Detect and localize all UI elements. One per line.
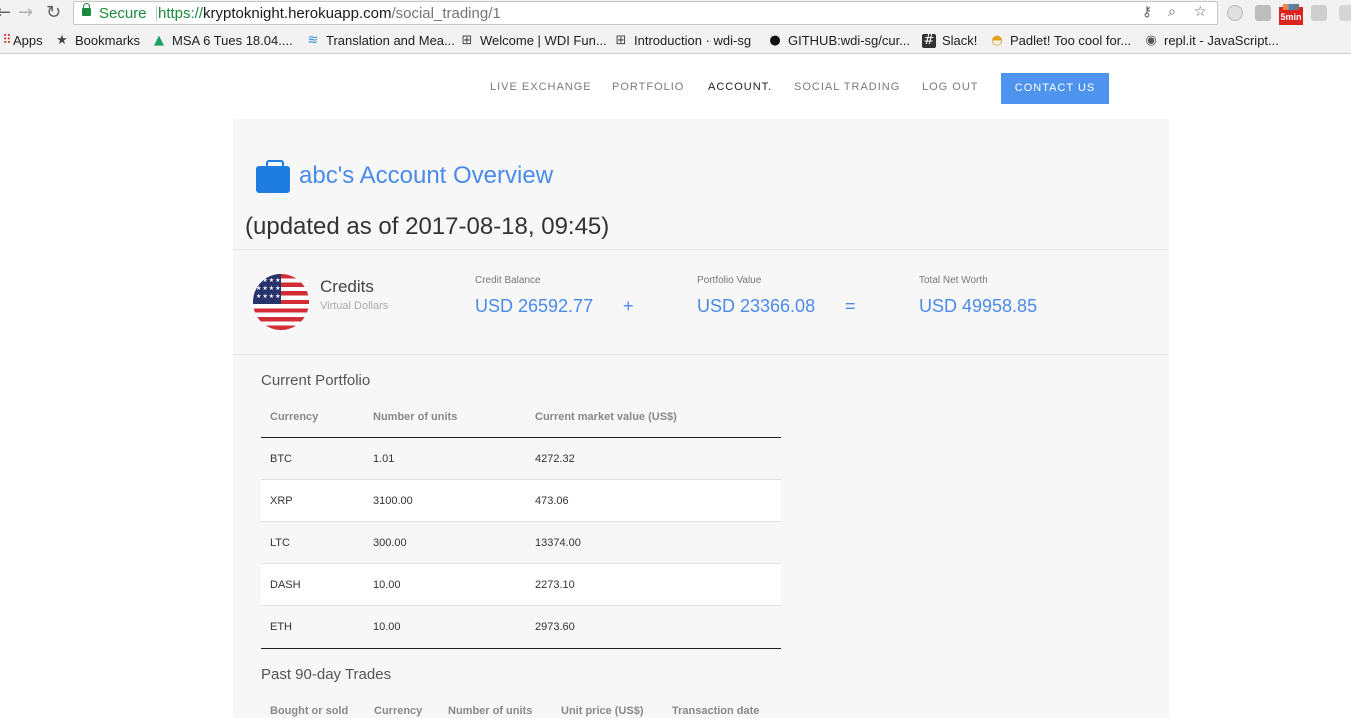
cell-value: 2973.60 bbox=[535, 621, 575, 633]
credits-label: Credits bbox=[320, 277, 374, 296]
cell-currency: BTC bbox=[270, 453, 292, 465]
apps-grid-icon: ⠿ bbox=[2, 33, 12, 48]
equals-sign: = bbox=[845, 296, 856, 316]
cell-currency: LTC bbox=[270, 537, 290, 549]
cell-units: 300.00 bbox=[373, 537, 407, 549]
forward-arrow-icon[interactable]: → bbox=[18, 3, 33, 23]
updated-timestamp: (updated as of 2017-08-18, 09:45) bbox=[245, 213, 610, 240]
bookmark-star-icon[interactable]: ☆ bbox=[1194, 4, 1207, 20]
trades-col-unit-price: Unit price (US$) bbox=[561, 705, 644, 717]
nav-log-out[interactable]: LOG OUT bbox=[922, 81, 979, 93]
bookmark-replit[interactable]: repl.it - JavaScript... bbox=[1164, 33, 1279, 48]
reload-icon[interactable]: ↻ bbox=[46, 3, 61, 23]
bookmark-introduction[interactable]: Introduction · wdi-sg bbox=[634, 33, 751, 48]
table-row: DASH 10.00 2273.10 bbox=[261, 564, 781, 606]
table-footer-rule bbox=[261, 648, 781, 649]
replit-icon: ◉ bbox=[1145, 33, 1157, 48]
bookmark-msa[interactable]: MSA 6 Tues 18.04.... bbox=[172, 33, 293, 48]
portfolio-value: USD 23366.08 bbox=[697, 296, 816, 316]
credit-balance-value: USD 26592.77 bbox=[475, 296, 594, 316]
url-host: kryptoknight.herokuapp.com bbox=[203, 5, 392, 22]
star-icon: ★ bbox=[56, 33, 68, 48]
url-text[interactable]: https://kryptoknight.herokuapp.com/socia… bbox=[158, 5, 501, 22]
url-path: /social_trading/1 bbox=[391, 5, 501, 22]
url-scheme: https:// bbox=[158, 5, 204, 22]
cell-value: 473.06 bbox=[535, 495, 569, 507]
key-icon[interactable]: ⚷ bbox=[1142, 4, 1152, 20]
cell-value: 4272.32 bbox=[535, 453, 575, 465]
nav-portfolio[interactable]: PORTFOLIO bbox=[612, 81, 684, 93]
table-row: BTC 1.01 4272.32 bbox=[261, 438, 781, 480]
book-stack-icon: ≋ bbox=[307, 33, 319, 48]
padlet-icon: ◓ bbox=[991, 33, 1003, 48]
trades-col-date: Transaction date bbox=[672, 705, 760, 717]
trades-col-units: Number of units bbox=[448, 705, 533, 717]
bookmark-translation[interactable]: Translation and Mea... bbox=[326, 33, 455, 48]
extension-circle-icon[interactable] bbox=[1227, 5, 1243, 21]
secure-label: Secure bbox=[99, 5, 147, 22]
portfolio-col-currency: Currency bbox=[270, 411, 319, 423]
cell-currency: DASH bbox=[270, 579, 301, 591]
bookmark-apps[interactable]: Apps bbox=[13, 33, 43, 48]
table-row: ETH 10.00 2973.60 bbox=[261, 606, 781, 648]
lock-icon bbox=[82, 3, 91, 16]
plus-sign: + bbox=[623, 296, 634, 316]
credits-subtitle: Virtual Dollars bbox=[320, 300, 389, 312]
table-row: XRP 3100.00 473.06 bbox=[261, 480, 781, 522]
page-title: abc's Account Overview bbox=[299, 162, 554, 189]
flag-canton bbox=[253, 274, 282, 304]
google-drive-icon: ▲ bbox=[154, 33, 164, 48]
cell-currency: ETH bbox=[270, 621, 292, 633]
bookmark-bookmarks[interactable]: Bookmarks bbox=[75, 33, 140, 48]
extension-bug-icon[interactable] bbox=[1255, 5, 1271, 21]
portfolio-col-value: Current market value (US$) bbox=[535, 411, 677, 423]
portfolio-value-label: Portfolio Value bbox=[697, 275, 762, 286]
table-row: LTC 300.00 13374.00 bbox=[261, 522, 781, 564]
omnibox-divider bbox=[156, 6, 157, 21]
trades-col-currency: Currency bbox=[374, 705, 423, 717]
github-icon: ● bbox=[769, 33, 781, 48]
net-worth-label: Total Net Worth bbox=[919, 275, 988, 286]
gitbook-icon: ⊞ bbox=[615, 33, 627, 48]
cell-units: 1.01 bbox=[373, 453, 395, 465]
zoom-icon[interactable]: ⌕ bbox=[1168, 4, 1176, 20]
bookmarks-bar: ⠿ Apps ★ Bookmarks ▲ MSA 6 Tues 18.04...… bbox=[0, 28, 1351, 54]
credit-balance-label: Credit Balance bbox=[475, 275, 541, 286]
past-trades-heading: Past 90-day Trades bbox=[261, 666, 392, 683]
address-bar[interactable]: Secure https://kryptoknight.herokuapp.co… bbox=[73, 1, 1218, 25]
nav-account[interactable]: ACCOUNT. bbox=[708, 81, 772, 93]
nav-live-exchange[interactable]: LIVE EXCHANGE bbox=[490, 81, 592, 93]
trades-col-bought-sold: Bought or sold bbox=[270, 705, 349, 717]
divider bbox=[233, 354, 1169, 355]
contact-us-button[interactable]: CONTACT US bbox=[1001, 73, 1109, 104]
net-worth-value: USD 49958.85 bbox=[919, 296, 1038, 316]
bookmark-wdi-fun[interactable]: Welcome | WDI Fun... bbox=[480, 33, 607, 48]
nav-social-trading[interactable]: SOCIAL TRADING bbox=[794, 81, 900, 93]
hash-icon: # bbox=[922, 33, 936, 48]
current-portfolio-heading: Current Portfolio bbox=[261, 372, 371, 389]
extension-camera-icon[interactable] bbox=[1339, 5, 1351, 21]
us-flag-icon bbox=[253, 274, 309, 330]
cell-units: 3100.00 bbox=[373, 495, 413, 507]
bookmark-padlet[interactable]: Padlet! Too cool for... bbox=[1010, 33, 1131, 48]
cell-value: 2273.10 bbox=[535, 579, 575, 591]
extension-card-icon[interactable] bbox=[1311, 5, 1327, 21]
gitbook-icon: ⊞ bbox=[461, 33, 473, 48]
divider bbox=[233, 249, 1169, 250]
bookmark-github[interactable]: GITHUB:wdi-sg/cur... bbox=[788, 33, 910, 48]
bookmark-slack[interactable]: Slack! bbox=[942, 33, 977, 48]
cell-units: 10.00 bbox=[373, 579, 401, 591]
portfolio-col-units: Number of units bbox=[373, 411, 458, 423]
briefcase-icon bbox=[256, 160, 290, 193]
back-arrow-icon[interactable]: ← bbox=[0, 3, 11, 23]
browser-toolbar: ← → ↻ Secure https://kryptoknight.heroku… bbox=[0, 0, 1351, 28]
cell-units: 10.00 bbox=[373, 621, 401, 633]
cell-currency: XRP bbox=[270, 495, 293, 507]
cell-value: 13374.00 bbox=[535, 537, 581, 549]
extension-5min-icon[interactable]: 5min bbox=[1279, 4, 1303, 25]
